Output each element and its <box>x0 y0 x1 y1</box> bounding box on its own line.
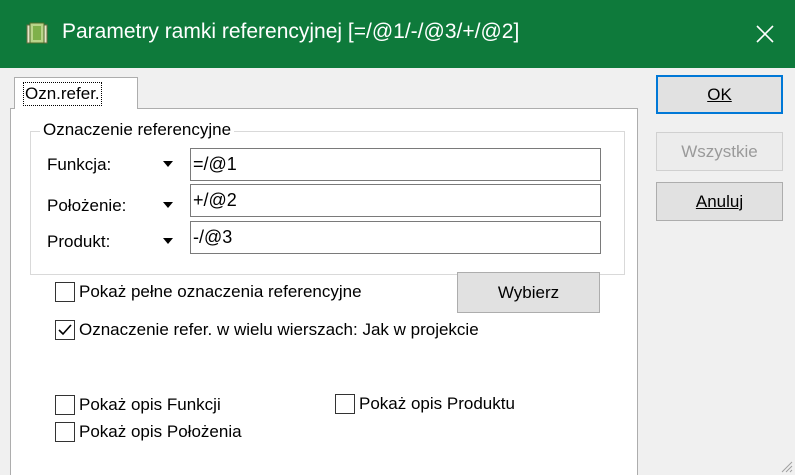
title-bar: Parametry ramki referencyjnej [=/@1/-/@3… <box>0 0 795 68</box>
polozenie-label: Położenie: <box>47 196 127 215</box>
ok-button[interactable]: OK <box>656 75 783 114</box>
produkt-label: Produkt: <box>47 232 111 251</box>
funkcja-label: Funkcja: <box>47 155 112 174</box>
checkmark-icon <box>58 324 72 336</box>
dropdown-arrow-icon[interactable] <box>163 161 173 167</box>
multiline-checkbox[interactable] <box>55 320 75 340</box>
cancel-label: Anuluj <box>695 191 744 211</box>
ok-label: OK <box>707 84 732 104</box>
desc-polozenia-checkbox[interactable] <box>55 422 75 442</box>
close-icon <box>756 25 774 43</box>
resize-grip-icon[interactable] <box>779 459 793 473</box>
desc-funkcji-checkbox[interactable] <box>55 395 75 415</box>
tab-label: Ozn.refer. <box>23 82 102 106</box>
desc-polozenia-label: Pokaż opis Położenia <box>79 422 242 441</box>
multiline-label: Oznaczenie refer. w wielu wierszach: Jak… <box>79 320 479 339</box>
show-full-label: Pokaż pełne oznaczenia referencyjne <box>79 282 362 301</box>
app-icon <box>24 22 50 46</box>
desc-produktu-label: Pokaż opis Produktu <box>359 394 515 413</box>
tab-ozn-refer[interactable]: Ozn.refer. <box>14 77 138 111</box>
all-button[interactable]: Wszystkie <box>656 132 783 171</box>
produkt-input[interactable]: -/@3 <box>190 221 601 254</box>
polozenie-input[interactable]: +/@2 <box>190 184 601 217</box>
desc-funkcji-label: Pokaż opis Funkcji <box>79 395 221 414</box>
desc-produktu-checkbox[interactable] <box>335 394 355 414</box>
show-full-checkbox[interactable] <box>55 282 75 302</box>
close-button[interactable] <box>735 0 795 68</box>
choose-button[interactable]: Wybierz <box>457 272 600 313</box>
dropdown-arrow-icon[interactable] <box>163 238 173 244</box>
funkcja-input[interactable]: =/@1 <box>190 148 601 181</box>
dropdown-arrow-icon[interactable] <box>163 202 173 208</box>
group-title: Oznaczenie referencyjne <box>40 120 235 140</box>
cancel-button[interactable]: Anuluj <box>656 182 783 221</box>
window-title: Parametry ramki referencyjnej [=/@1/-/@3… <box>62 20 520 43</box>
